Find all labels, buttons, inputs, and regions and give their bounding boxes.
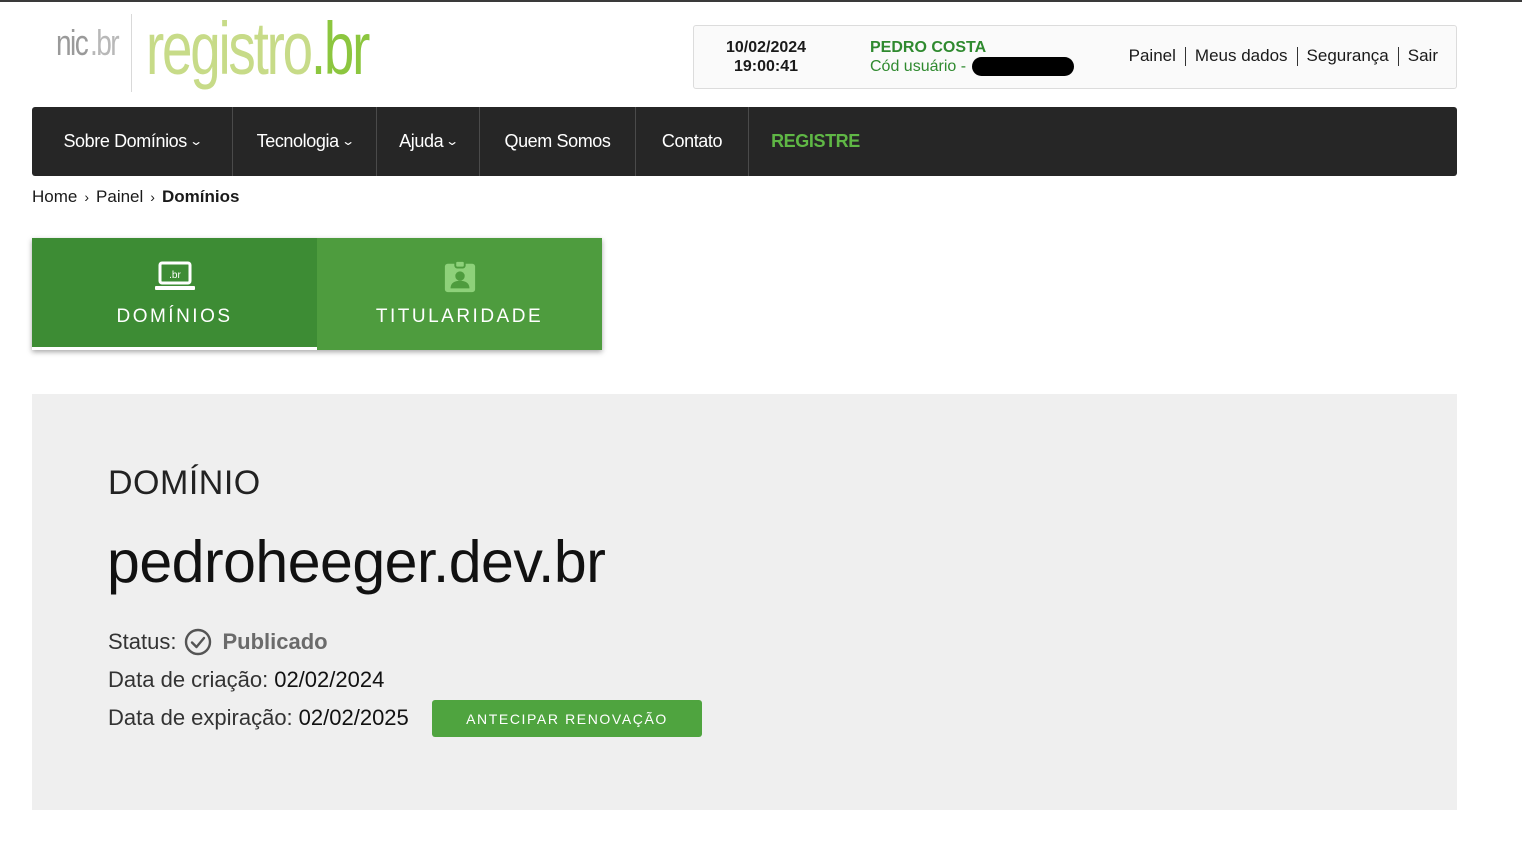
tab-label: TITULARIDADE: [375, 306, 544, 327]
registro-logo-text: registro: [146, 7, 313, 90]
user-name: PEDRO COSTA: [870, 39, 987, 56]
created-value: 02/02/2024: [274, 667, 385, 692]
domain-section-title: DOMÍNIO: [108, 464, 261, 502]
registro-logo-wordmark: registro.br: [146, 6, 370, 92]
nav-label: Sobre Domínios: [63, 131, 187, 151]
breadcrumb-arrow-icon: ›: [84, 189, 90, 205]
breadcrumb-arrow-icon: ›: [150, 189, 155, 205]
nic-logo-text: nic: [56, 22, 89, 63]
main-nav: Sobre Domínios ⌄ Tecnologia ⌄ Ajuda ⌄ Quem …: [32, 107, 1457, 176]
nav-label: Quem Somos: [504, 131, 611, 151]
created-row: Data de criação: 02/02/2024: [108, 667, 384, 693]
nav-label: Contato: [661, 131, 723, 151]
registro-logo-br: .br: [310, 7, 370, 90]
session-datetime: 10/02/2024 19:00:41: [694, 38, 838, 76]
status-value: Publicado: [222, 629, 328, 654]
top-border: [0, 0, 1522, 2]
renew-button[interactable]: ANTECIPAR RENOVAÇÃO: [432, 700, 702, 737]
expires-row: Data de expiração: 02/02/2025: [108, 705, 409, 731]
domain-panel: DOMÍNIO pedroheeger.dev.br Status: Publi…: [32, 394, 1457, 810]
badge-icon: [444, 260, 475, 293]
created-label: Data de criação:: [108, 667, 269, 692]
nav-label: Tecnologia: [256, 131, 339, 151]
link-painel[interactable]: Painel: [1129, 46, 1176, 66]
svg-text:.br: .br: [169, 270, 181, 281]
tab-titularidade[interactable]: TITULARIDADE: [317, 238, 602, 350]
link-sair[interactable]: Sair: [1408, 46, 1438, 66]
link-separator: [1397, 46, 1399, 66]
chevron-down-icon: ⌄: [445, 133, 459, 148]
breadcrumb-home[interactable]: Home: [32, 187, 77, 207]
nav-label: Ajuda: [399, 131, 444, 151]
tab-label: DOMÍNIOS: [116, 306, 233, 327]
link-seguranca[interactable]: Segurança: [1307, 46, 1389, 66]
breadcrumb: Home › Painel › Domínios: [32, 187, 239, 207]
laptop-icon: .br: [154, 261, 195, 290]
breadcrumb-painel[interactable]: Painel: [96, 187, 143, 207]
nav-quem-somos[interactable]: Quem Somos: [480, 107, 636, 176]
nic-logo-br: .br: [90, 22, 120, 63]
user-code-label: Cód usuário -: [870, 58, 967, 75]
check-circle-icon: [185, 628, 212, 656]
link-separator: [1296, 46, 1298, 66]
link-meus-dados[interactable]: Meus dados: [1195, 46, 1288, 66]
chevron-down-icon: ⌄: [340, 133, 355, 148]
session-date: 10/02/2024: [725, 39, 807, 56]
chevron-down-icon: ⌄: [188, 133, 203, 148]
status-row: Status: Publicado: [108, 628, 328, 656]
user-panel: 10/02/2024 19:00:41 PEDRO COSTA Cód usuá…: [693, 25, 1457, 89]
expires-label: Data de expiração:: [108, 705, 293, 730]
nav-registre[interactable]: REGISTRE: [749, 107, 882, 176]
nav-ajuda[interactable]: Ajuda ⌄: [377, 107, 480, 176]
logo-divider: [131, 14, 132, 92]
nav-sobre-dominios[interactable]: Sobre Domínios ⌄: [32, 107, 233, 176]
domain-name: pedroheeger.dev.br: [107, 529, 606, 595]
breadcrumb-current: Domínios: [161, 187, 240, 206]
user-links: Painel Meus dados Segurança Sair: [1129, 46, 1438, 66]
status-label: Status:: [108, 629, 177, 654]
tab-dominios[interactable]: .br DOMÍNIOS: [32, 238, 317, 350]
nav-contato[interactable]: Contato: [636, 107, 749, 176]
registro-br-logo[interactable]: registro.br: [146, 6, 446, 96]
expires-value: 02/02/2025: [298, 705, 409, 730]
link-separator: [1184, 46, 1186, 66]
section-tabs: .br DOMÍNIOS TITULARIDADE: [32, 238, 602, 350]
nav-label: REGISTRE: [771, 131, 860, 151]
session-time: 19:00:41: [733, 58, 799, 75]
nic-br-logo[interactable]: nic .br: [56, 22, 126, 66]
redacted-user-code: [972, 57, 1074, 76]
nav-tecnologia[interactable]: Tecnologia ⌄: [233, 107, 377, 176]
